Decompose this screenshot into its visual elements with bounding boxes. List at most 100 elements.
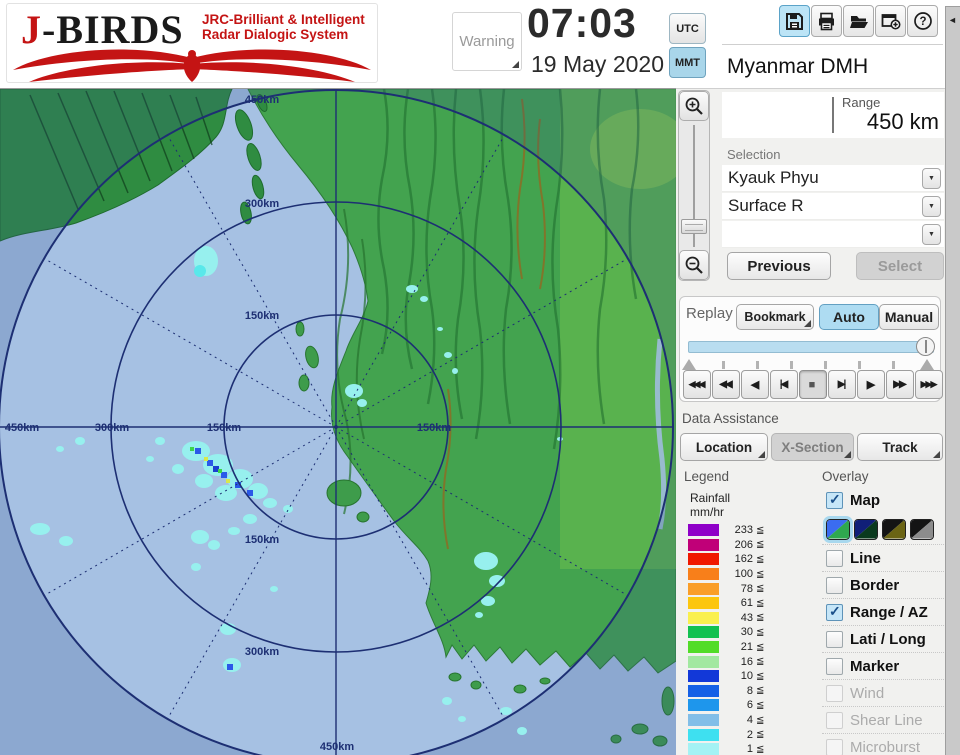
overlay-options: Map Line Border Range / AZ bbox=[822, 487, 944, 755]
map-zoom-control bbox=[678, 90, 710, 281]
save-button[interactable] bbox=[779, 5, 810, 37]
option-dropdown[interactable]: ▼ bbox=[722, 221, 944, 248]
panel-collapse-strip[interactable]: ◄ bbox=[945, 6, 960, 755]
track-button[interactable]: Track bbox=[857, 433, 943, 461]
map-style-gray-button[interactable] bbox=[910, 519, 934, 540]
timeline-tick bbox=[858, 361, 861, 369]
checkbox-icon[interactable] bbox=[826, 577, 843, 594]
play-back-icon: ◀ bbox=[751, 378, 757, 391]
map-style-dark-button[interactable] bbox=[854, 519, 878, 540]
previous-button[interactable]: Previous bbox=[727, 252, 831, 280]
svg-text:150km: 150km bbox=[245, 310, 279, 322]
legend-swatch bbox=[688, 729, 719, 741]
legend-row: 43≦ bbox=[676, 611, 816, 626]
radar-map-canvas: 450km 300km 150km 150km 300km 450km 450k… bbox=[0, 89, 676, 755]
map-style-terrain-button[interactable] bbox=[826, 519, 850, 540]
svg-text:?: ? bbox=[919, 16, 926, 28]
capture-add-button[interactable] bbox=[875, 5, 906, 37]
legend-row: 1≦ bbox=[676, 742, 816, 755]
legend-swatch bbox=[688, 597, 719, 609]
overlay-item-shear-line: Shear Line bbox=[822, 706, 944, 733]
overlay-item-marker[interactable]: Marker bbox=[822, 652, 944, 679]
svg-text:150km: 150km bbox=[207, 422, 241, 434]
clock-time: 07:03 bbox=[527, 0, 679, 47]
capture-add-icon bbox=[881, 12, 901, 31]
legend-row: 78≦ bbox=[676, 581, 816, 596]
timeline-end-marker[interactable] bbox=[920, 359, 934, 370]
location-button[interactable]: Location bbox=[680, 433, 768, 461]
skip-end-button[interactable]: ▶▶▶ bbox=[915, 370, 943, 399]
legend-row: 2≦ bbox=[676, 727, 816, 742]
checkbox-checked-icon[interactable] bbox=[826, 492, 843, 509]
checkbox-icon[interactable] bbox=[826, 631, 843, 648]
fast-rewind-button[interactable]: ◀◀ bbox=[712, 370, 740, 399]
help-button[interactable]: ? bbox=[907, 5, 938, 37]
play-back-button[interactable]: ◀ bbox=[741, 370, 769, 399]
legend-row: 10≦ bbox=[676, 669, 816, 684]
auto-mode-button[interactable]: Auto bbox=[819, 304, 879, 330]
map-style-row bbox=[822, 514, 944, 544]
svg-text:300km: 300km bbox=[245, 198, 279, 210]
legend-row: 21≦ bbox=[676, 640, 816, 655]
manual-mode-button[interactable]: Manual bbox=[879, 304, 939, 330]
legend-swatch bbox=[688, 612, 719, 624]
legend-row: 30≦ bbox=[676, 625, 816, 640]
eagle-icon bbox=[11, 44, 373, 83]
checkbox-checked-icon[interactable] bbox=[826, 604, 843, 621]
checkbox-icon[interactable] bbox=[826, 658, 843, 675]
step-back-button[interactable]: |◀ bbox=[770, 370, 798, 399]
zoom-slider-thumb[interactable] bbox=[681, 219, 707, 234]
legend-swatch bbox=[688, 568, 719, 580]
overlay-item-map[interactable]: Map bbox=[822, 487, 944, 514]
map-style-olive-button[interactable] bbox=[882, 519, 906, 540]
timeline-tick bbox=[790, 361, 793, 369]
overlay-item-line[interactable]: Line bbox=[822, 544, 944, 571]
radar-map[interactable]: 450km 300km 150km 150km 300km 450km 450k… bbox=[0, 88, 676, 755]
product-dropdown[interactable]: Surface R ▼ bbox=[722, 193, 944, 220]
bookmark-button[interactable]: Bookmark bbox=[736, 304, 814, 330]
legend-swatch bbox=[688, 626, 719, 638]
stop-icon: ■ bbox=[809, 379, 816, 391]
zoom-in-button[interactable] bbox=[679, 91, 709, 121]
overlay-item-lati-long[interactable]: Lati / Long bbox=[822, 625, 944, 652]
step-forward-button[interactable]: ▶| bbox=[828, 370, 856, 399]
legend-title: Rainfall mm/hr bbox=[690, 491, 730, 519]
print-button[interactable] bbox=[811, 5, 842, 37]
svg-text:450km: 450km bbox=[245, 94, 279, 106]
replay-timeline-thumb[interactable] bbox=[916, 337, 935, 356]
checkbox-disabled-icon bbox=[826, 712, 843, 729]
fast-forward-button[interactable]: ▶▶ bbox=[886, 370, 914, 399]
mmt-button[interactable]: MMT bbox=[669, 47, 706, 78]
legend-swatch bbox=[688, 699, 719, 711]
overlay-item-range-az[interactable]: Range / AZ bbox=[822, 598, 944, 625]
play-button[interactable]: ▶ bbox=[857, 370, 885, 399]
select-button[interactable]: Select bbox=[856, 252, 944, 280]
site-dropdown-value: Kyauk Phyu bbox=[728, 168, 819, 188]
stop-button[interactable]: ■ bbox=[799, 370, 827, 399]
timeline-start-marker[interactable] bbox=[682, 359, 696, 370]
warning-button[interactable]: Warning bbox=[452, 12, 522, 71]
chevron-down-icon[interactable]: ▼ bbox=[922, 196, 941, 217]
skip-start-button[interactable]: ◀◀◀ bbox=[683, 370, 711, 399]
zoom-in-icon bbox=[684, 96, 704, 116]
chevron-down-icon[interactable]: ▼ bbox=[922, 168, 941, 189]
overlay-item-microburst: Microburst bbox=[822, 733, 944, 755]
chevron-down-icon[interactable]: ▼ bbox=[922, 224, 941, 245]
legend-swatch bbox=[688, 539, 719, 551]
zoom-out-button[interactable] bbox=[679, 250, 709, 280]
overlay-item-border[interactable]: Border bbox=[822, 571, 944, 598]
collapse-arrow-icon[interactable]: ◄ bbox=[948, 15, 957, 25]
legend-row: 8≦ bbox=[676, 684, 816, 699]
print-icon bbox=[817, 12, 836, 31]
replay-timeline-track[interactable] bbox=[688, 341, 934, 353]
open-folder-button[interactable] bbox=[843, 5, 874, 37]
utc-button[interactable]: UTC bbox=[669, 13, 706, 44]
checkbox-icon[interactable] bbox=[826, 550, 843, 567]
range-divider bbox=[832, 97, 834, 133]
xsection-button[interactable]: X-Section bbox=[771, 433, 854, 461]
range-label: Range bbox=[842, 95, 880, 110]
logo-tagline: JRC-Brilliant & Intelligent Radar Dialog… bbox=[202, 12, 365, 42]
legend-row: 16≦ bbox=[676, 654, 816, 669]
site-dropdown[interactable]: Kyauk Phyu ▼ bbox=[722, 165, 944, 192]
save-icon bbox=[785, 12, 804, 31]
